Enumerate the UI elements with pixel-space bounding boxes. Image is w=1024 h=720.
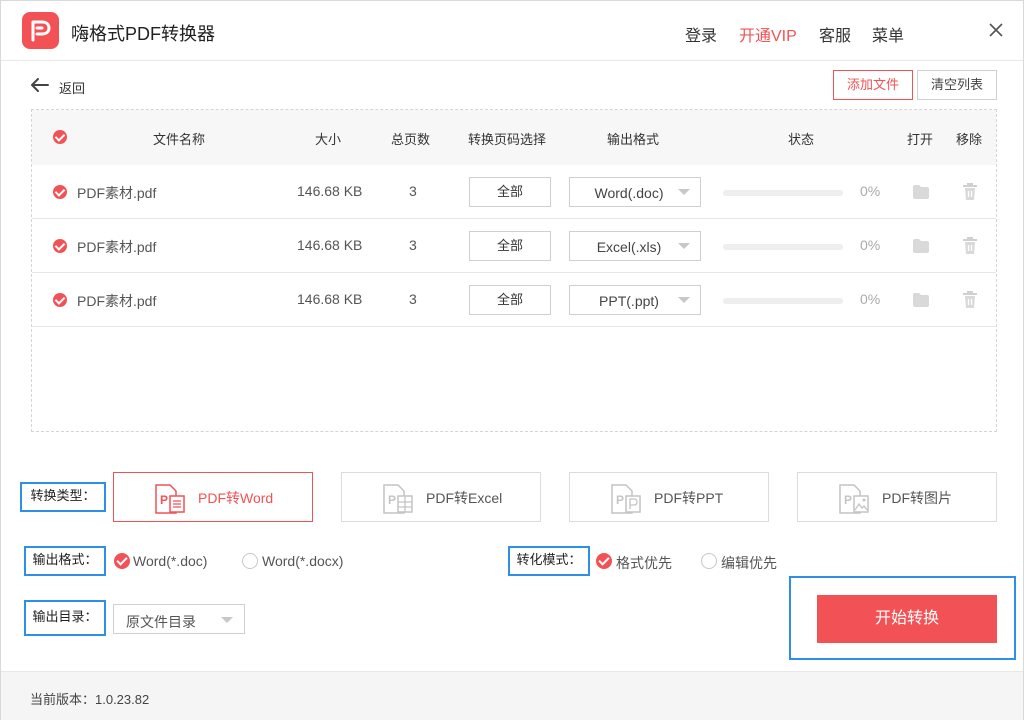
- app-logo-icon: [22, 12, 59, 49]
- format-value: Excel(.xls): [596, 239, 662, 255]
- file-name: PDF素材.pdf: [77, 185, 157, 201]
- type-label: PDF转Excel: [426, 490, 503, 506]
- radio-word-doc[interactable]: [114, 553, 130, 569]
- progress-bar: [723, 298, 843, 304]
- title-bar: 嗨格式PDF转换器 登录 开通VIP 客服 菜单: [1, 1, 1023, 61]
- service-link[interactable]: 客服: [819, 22, 851, 46]
- file-size: 146.68 KB: [297, 237, 363, 253]
- close-icon[interactable]: [985, 19, 1007, 41]
- header-size: 大小: [315, 132, 342, 147]
- pdf-ppt-icon: P: [611, 484, 641, 514]
- folder-icon[interactable]: [912, 292, 930, 308]
- app-title: 嗨格式PDF转换器: [71, 24, 215, 44]
- conversion-type-label: 转换类型：: [20, 482, 106, 512]
- radio-word-docx-label[interactable]: Word(*.docx): [262, 553, 343, 569]
- arrow-left-icon: [31, 78, 49, 92]
- pdf-to-ppt-button[interactable]: P PDF转PPT: [569, 472, 769, 522]
- row-checkbox[interactable]: [53, 293, 67, 307]
- version-text: 当前版本：1.0.23.82: [30, 692, 150, 707]
- svg-text:P: P: [388, 493, 396, 507]
- start-convert-button[interactable]: 开始转换: [817, 595, 997, 643]
- format-select[interactable]: Word(.doc): [569, 177, 701, 207]
- svg-text:P: P: [160, 493, 168, 507]
- trash-icon[interactable]: [962, 237, 978, 255]
- type-label: PDF转Word: [198, 490, 274, 506]
- chevron-down-icon: [678, 297, 690, 303]
- convert-mode-label: 转化模式：: [508, 546, 590, 576]
- row-checkbox[interactable]: [53, 239, 67, 253]
- file-pages: 3: [409, 183, 417, 199]
- chevron-down-icon: [678, 243, 690, 249]
- table-row: PDF素材.pdf 146.68 KB 3 全部 PPT(.ppt) 0%: [32, 273, 996, 327]
- type-label: PDF转图片: [882, 490, 952, 506]
- format-value: Word(.doc): [594, 185, 664, 201]
- table-row: PDF素材.pdf 146.68 KB 3 全部 Word(.doc) 0%: [32, 165, 996, 219]
- header-remove: 移除: [956, 132, 983, 147]
- table-row: PDF素材.pdf 146.68 KB 3 全部 Excel(.xls) 0%: [32, 219, 996, 273]
- vip-link[interactable]: 开通VIP: [739, 22, 797, 46]
- progress-percent: 0%: [860, 183, 881, 199]
- radio-format-priority[interactable]: [596, 553, 612, 569]
- folder-icon[interactable]: [912, 184, 930, 200]
- file-name: PDF素材.pdf: [77, 293, 157, 309]
- chevron-down-icon: [678, 189, 690, 195]
- radio-format-priority-label[interactable]: 格式优先: [616, 553, 672, 573]
- pdf-word-icon: P: [155, 484, 185, 514]
- svg-text:P: P: [616, 493, 624, 507]
- file-pages: 3: [409, 237, 417, 253]
- header-page-select: 转换页码选择: [468, 132, 547, 147]
- radio-word-doc-label[interactable]: Word(*.doc): [133, 553, 207, 569]
- trash-icon[interactable]: [962, 291, 978, 309]
- header-name: 文件名称: [153, 132, 206, 147]
- file-table: 文件名称 大小 总页数 转换页码选择 输出格式 状态 打开 移除 PDF素材.p…: [31, 109, 997, 432]
- back-label: 返回: [59, 81, 86, 96]
- page-select-button[interactable]: 全部: [469, 231, 551, 261]
- format-value: PPT(.ppt): [599, 293, 659, 309]
- radio-word-docx[interactable]: [242, 553, 258, 569]
- output-dir-value: 原文件目录: [126, 614, 196, 630]
- page-select-button[interactable]: 全部: [469, 177, 551, 207]
- pdf-image-icon: P: [839, 484, 869, 514]
- file-pages: 3: [409, 291, 417, 307]
- format-select[interactable]: Excel(.xls): [569, 231, 701, 261]
- page-select-button[interactable]: 全部: [469, 285, 551, 315]
- folder-icon[interactable]: [912, 238, 930, 254]
- progress-percent: 0%: [860, 291, 881, 307]
- type-label: PDF转PPT: [654, 490, 724, 506]
- output-dir-select[interactable]: 原文件目录: [113, 604, 245, 634]
- header-format: 输出格式: [607, 132, 660, 147]
- header-pages: 总页数: [391, 132, 431, 147]
- svg-text:P: P: [844, 493, 852, 507]
- pdf-excel-icon: P: [383, 484, 413, 514]
- status-bar: 当前版本：1.0.23.82: [1, 671, 1023, 720]
- progress-bar: [723, 244, 843, 250]
- progress-bar: [723, 190, 843, 196]
- menu-link[interactable]: 菜单: [872, 22, 904, 46]
- row-checkbox[interactable]: [53, 185, 67, 199]
- pdf-to-image-button[interactable]: P PDF转图片: [797, 472, 997, 522]
- login-link[interactable]: 登录: [685, 22, 717, 46]
- radio-edit-priority-label[interactable]: 编辑优先: [721, 553, 777, 573]
- progress-percent: 0%: [860, 237, 881, 253]
- pdf-to-excel-button[interactable]: P PDF转Excel: [341, 472, 541, 522]
- table-header: 文件名称 大小 总页数 转换页码选择 输出格式 状态 打开 移除: [32, 110, 996, 165]
- format-select[interactable]: PPT(.ppt): [569, 285, 701, 315]
- file-size: 146.68 KB: [297, 291, 363, 307]
- app-window: 嗨格式PDF转换器 登录 开通VIP 客服 菜单 返回 添加文件 清空列表 文件…: [0, 0, 1024, 720]
- radio-edit-priority[interactable]: [701, 553, 717, 569]
- pdf-to-word-button[interactable]: P PDF转Word: [113, 472, 313, 522]
- output-dir-label: 输出目录：: [24, 600, 106, 636]
- header-open: 打开: [907, 132, 934, 147]
- add-file-button[interactable]: 添加文件: [833, 70, 913, 100]
- file-name: PDF素材.pdf: [77, 239, 157, 255]
- chevron-down-icon: [221, 617, 233, 623]
- select-all-checkbox[interactable]: [53, 130, 67, 144]
- file-size: 146.68 KB: [297, 183, 363, 199]
- header-status: 状态: [788, 132, 815, 147]
- output-format-label: 输出格式：: [24, 546, 106, 576]
- trash-icon[interactable]: [962, 183, 978, 201]
- clear-list-button[interactable]: 清空列表: [917, 70, 997, 100]
